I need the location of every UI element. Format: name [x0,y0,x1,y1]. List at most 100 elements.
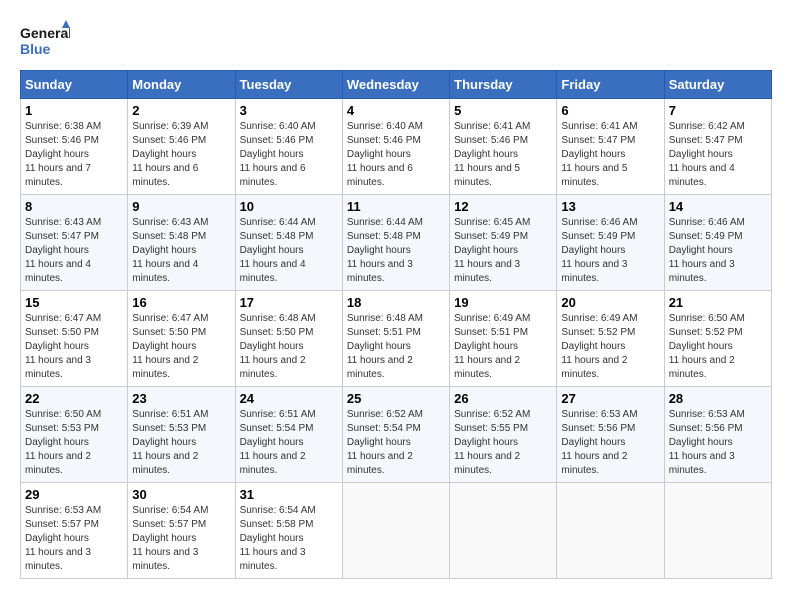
calendar-week-row: 1 Sunrise: 6:38 AM Sunset: 5:46 PM Dayli… [21,99,772,195]
calendar-cell: 21 Sunrise: 6:50 AM Sunset: 5:52 PM Dayl… [664,291,771,387]
day-number: 16 [132,295,230,310]
day-number: 27 [561,391,659,406]
day-info: Sunrise: 6:48 AM Sunset: 5:50 PM Dayligh… [240,312,338,382]
logo: General Blue [20,20,74,60]
day-info: Sunrise: 6:46 AM Sunset: 5:49 PM Dayligh… [561,216,659,286]
calendar-cell: 18 Sunrise: 6:48 AM Sunset: 5:51 PM Dayl… [342,291,449,387]
day-info: Sunrise: 6:41 AM Sunset: 5:46 PM Dayligh… [454,120,552,190]
calendar-cell: 27 Sunrise: 6:53 AM Sunset: 5:56 PM Dayl… [557,387,664,483]
day-number: 31 [240,487,338,502]
col-header-sunday: Sunday [21,71,128,99]
day-number: 14 [669,199,767,214]
calendar-cell: 5 Sunrise: 6:41 AM Sunset: 5:46 PM Dayli… [450,99,557,195]
day-info: Sunrise: 6:46 AM Sunset: 5:49 PM Dayligh… [669,216,767,286]
day-info: Sunrise: 6:43 AM Sunset: 5:47 PM Dayligh… [25,216,123,286]
day-number: 26 [454,391,552,406]
day-info: Sunrise: 6:52 AM Sunset: 5:54 PM Dayligh… [347,408,445,478]
col-header-saturday: Saturday [664,71,771,99]
calendar-cell: 20 Sunrise: 6:49 AM Sunset: 5:52 PM Dayl… [557,291,664,387]
calendar-cell: 24 Sunrise: 6:51 AM Sunset: 5:54 PM Dayl… [235,387,342,483]
calendar-cell: 11 Sunrise: 6:44 AM Sunset: 5:48 PM Dayl… [342,195,449,291]
calendar-cell: 1 Sunrise: 6:38 AM Sunset: 5:46 PM Dayli… [21,99,128,195]
day-info: Sunrise: 6:47 AM Sunset: 5:50 PM Dayligh… [25,312,123,382]
calendar-table: SundayMondayTuesdayWednesdayThursdayFrid… [20,70,772,579]
day-info: Sunrise: 6:40 AM Sunset: 5:46 PM Dayligh… [347,120,445,190]
day-number: 13 [561,199,659,214]
day-info: Sunrise: 6:39 AM Sunset: 5:46 PM Dayligh… [132,120,230,190]
day-number: 25 [347,391,445,406]
calendar-cell: 7 Sunrise: 6:42 AM Sunset: 5:47 PM Dayli… [664,99,771,195]
logo-icon: General Blue [20,20,70,60]
day-number: 11 [347,199,445,214]
day-info: Sunrise: 6:51 AM Sunset: 5:53 PM Dayligh… [132,408,230,478]
calendar-week-row: 8 Sunrise: 6:43 AM Sunset: 5:47 PM Dayli… [21,195,772,291]
day-number: 8 [25,199,123,214]
day-info: Sunrise: 6:49 AM Sunset: 5:52 PM Dayligh… [561,312,659,382]
day-number: 15 [25,295,123,310]
calendar-week-row: 29 Sunrise: 6:53 AM Sunset: 5:57 PM Dayl… [21,483,772,579]
day-info: Sunrise: 6:53 AM Sunset: 5:56 PM Dayligh… [561,408,659,478]
calendar-cell: 3 Sunrise: 6:40 AM Sunset: 5:46 PM Dayli… [235,99,342,195]
day-info: Sunrise: 6:54 AM Sunset: 5:58 PM Dayligh… [240,504,338,574]
day-number: 19 [454,295,552,310]
calendar-cell [450,483,557,579]
day-info: Sunrise: 6:42 AM Sunset: 5:47 PM Dayligh… [669,120,767,190]
day-info: Sunrise: 6:41 AM Sunset: 5:47 PM Dayligh… [561,120,659,190]
calendar-week-row: 22 Sunrise: 6:50 AM Sunset: 5:53 PM Dayl… [21,387,772,483]
calendar-cell: 12 Sunrise: 6:45 AM Sunset: 5:49 PM Dayl… [450,195,557,291]
day-number: 22 [25,391,123,406]
calendar-cell: 2 Sunrise: 6:39 AM Sunset: 5:46 PM Dayli… [128,99,235,195]
calendar-cell: 6 Sunrise: 6:41 AM Sunset: 5:47 PM Dayli… [557,99,664,195]
day-info: Sunrise: 6:44 AM Sunset: 5:48 PM Dayligh… [347,216,445,286]
calendar-cell [664,483,771,579]
day-info: Sunrise: 6:53 AM Sunset: 5:56 PM Dayligh… [669,408,767,478]
day-info: Sunrise: 6:48 AM Sunset: 5:51 PM Dayligh… [347,312,445,382]
calendar-cell: 25 Sunrise: 6:52 AM Sunset: 5:54 PM Dayl… [342,387,449,483]
col-header-monday: Monday [128,71,235,99]
day-info: Sunrise: 6:43 AM Sunset: 5:48 PM Dayligh… [132,216,230,286]
day-number: 9 [132,199,230,214]
day-number: 21 [669,295,767,310]
day-number: 7 [669,103,767,118]
calendar-cell: 28 Sunrise: 6:53 AM Sunset: 5:56 PM Dayl… [664,387,771,483]
calendar-cell: 13 Sunrise: 6:46 AM Sunset: 5:49 PM Dayl… [557,195,664,291]
calendar-cell: 26 Sunrise: 6:52 AM Sunset: 5:55 PM Dayl… [450,387,557,483]
day-number: 29 [25,487,123,502]
day-info: Sunrise: 6:54 AM Sunset: 5:57 PM Dayligh… [132,504,230,574]
day-info: Sunrise: 6:40 AM Sunset: 5:46 PM Dayligh… [240,120,338,190]
day-info: Sunrise: 6:50 AM Sunset: 5:52 PM Dayligh… [669,312,767,382]
day-number: 10 [240,199,338,214]
calendar-cell [557,483,664,579]
day-number: 18 [347,295,445,310]
calendar-cell: 29 Sunrise: 6:53 AM Sunset: 5:57 PM Dayl… [21,483,128,579]
day-info: Sunrise: 6:38 AM Sunset: 5:46 PM Dayligh… [25,120,123,190]
day-number: 6 [561,103,659,118]
calendar-cell: 15 Sunrise: 6:47 AM Sunset: 5:50 PM Dayl… [21,291,128,387]
col-header-tuesday: Tuesday [235,71,342,99]
calendar-header-row: SundayMondayTuesdayWednesdayThursdayFrid… [21,71,772,99]
day-info: Sunrise: 6:50 AM Sunset: 5:53 PM Dayligh… [25,408,123,478]
day-number: 4 [347,103,445,118]
calendar-cell: 22 Sunrise: 6:50 AM Sunset: 5:53 PM Dayl… [21,387,128,483]
day-info: Sunrise: 6:45 AM Sunset: 5:49 PM Dayligh… [454,216,552,286]
col-header-thursday: Thursday [450,71,557,99]
day-number: 1 [25,103,123,118]
calendar-cell: 31 Sunrise: 6:54 AM Sunset: 5:58 PM Dayl… [235,483,342,579]
page-header: General Blue [20,20,772,60]
svg-text:Blue: Blue [20,41,51,57]
day-number: 2 [132,103,230,118]
day-number: 23 [132,391,230,406]
day-number: 20 [561,295,659,310]
day-info: Sunrise: 6:44 AM Sunset: 5:48 PM Dayligh… [240,216,338,286]
day-info: Sunrise: 6:52 AM Sunset: 5:55 PM Dayligh… [454,408,552,478]
calendar-cell: 16 Sunrise: 6:47 AM Sunset: 5:50 PM Dayl… [128,291,235,387]
calendar-cell: 4 Sunrise: 6:40 AM Sunset: 5:46 PM Dayli… [342,99,449,195]
day-number: 28 [669,391,767,406]
calendar-cell: 9 Sunrise: 6:43 AM Sunset: 5:48 PM Dayli… [128,195,235,291]
calendar-cell: 17 Sunrise: 6:48 AM Sunset: 5:50 PM Dayl… [235,291,342,387]
day-number: 12 [454,199,552,214]
calendar-cell: 14 Sunrise: 6:46 AM Sunset: 5:49 PM Dayl… [664,195,771,291]
calendar-cell: 19 Sunrise: 6:49 AM Sunset: 5:51 PM Dayl… [450,291,557,387]
calendar-cell: 10 Sunrise: 6:44 AM Sunset: 5:48 PM Dayl… [235,195,342,291]
col-header-friday: Friday [557,71,664,99]
